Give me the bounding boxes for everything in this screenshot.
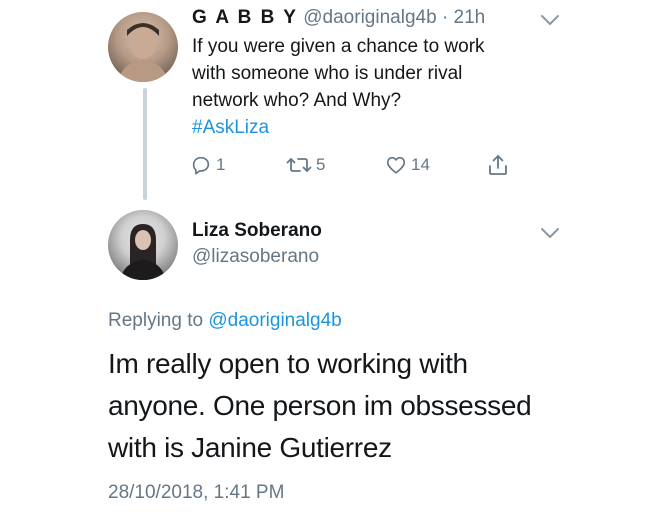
tweet2-timestamp[interactable]: 28/10/2018, 1:41 PM	[108, 481, 284, 505]
tweet2-handle[interactable]: @lizasoberano	[192, 245, 319, 269]
retweet-icon	[286, 158, 312, 172]
heart-icon	[386, 156, 406, 174]
tweet2-text-line: with is Janine Gutierrez	[108, 432, 392, 463]
avatar-image	[120, 224, 166, 280]
reply-count: 1	[216, 155, 226, 174]
hashtag-link[interactable]: #AskLiza	[192, 114, 552, 141]
like-count: 14	[411, 155, 430, 174]
retweet-count: 5	[316, 155, 326, 174]
tweet1-body: If you were given a chance to work with …	[192, 33, 552, 141]
avatar-image	[118, 23, 168, 82]
tweet1-handle[interactable]: @daoriginalg4b	[303, 7, 436, 28]
tweet1-header: G A B B Y @daoriginalg4b · 21h	[192, 6, 485, 30]
share-icon	[489, 155, 507, 175]
replying-mention-link[interactable]: @daoriginalg4b	[208, 310, 341, 331]
avatar-gabby[interactable]	[108, 12, 178, 82]
reply-button[interactable]: 1	[190, 152, 225, 178]
tweet1-separator: ·	[441, 7, 449, 28]
retweet-button[interactable]: 5	[286, 152, 325, 178]
share-button[interactable]	[486, 152, 514, 178]
thread-connector-line	[143, 88, 147, 200]
replying-prefix: Replying to	[108, 310, 204, 331]
tweet2-display-name[interactable]: Liza Soberano	[192, 219, 322, 243]
reply-icon	[192, 156, 210, 175]
tweet1-display-name[interactable]: G A B B Y	[192, 7, 298, 28]
replying-to-line: Replying to @daoriginalg4b	[108, 309, 342, 333]
tweet2-text-line: anyone. One person im obssessed	[108, 390, 532, 421]
chevron-down-icon[interactable]	[539, 13, 561, 27]
tweet1-text-line: If you were given a chance to work	[192, 36, 485, 57]
tweet1-time[interactable]: 21h	[454, 7, 486, 28]
tweet1-text-line: with someone who is under rival	[192, 63, 463, 84]
chevron-down-icon[interactable]	[539, 226, 561, 240]
like-button[interactable]: 14	[385, 152, 430, 178]
tweet2-body: Im really open to working with anyone. O…	[108, 343, 578, 469]
tweet1-text-line: network who? And Why?	[192, 90, 402, 111]
avatar-liza[interactable]	[108, 210, 178, 280]
tweet2-text-line: Im really open to working with	[108, 348, 468, 379]
